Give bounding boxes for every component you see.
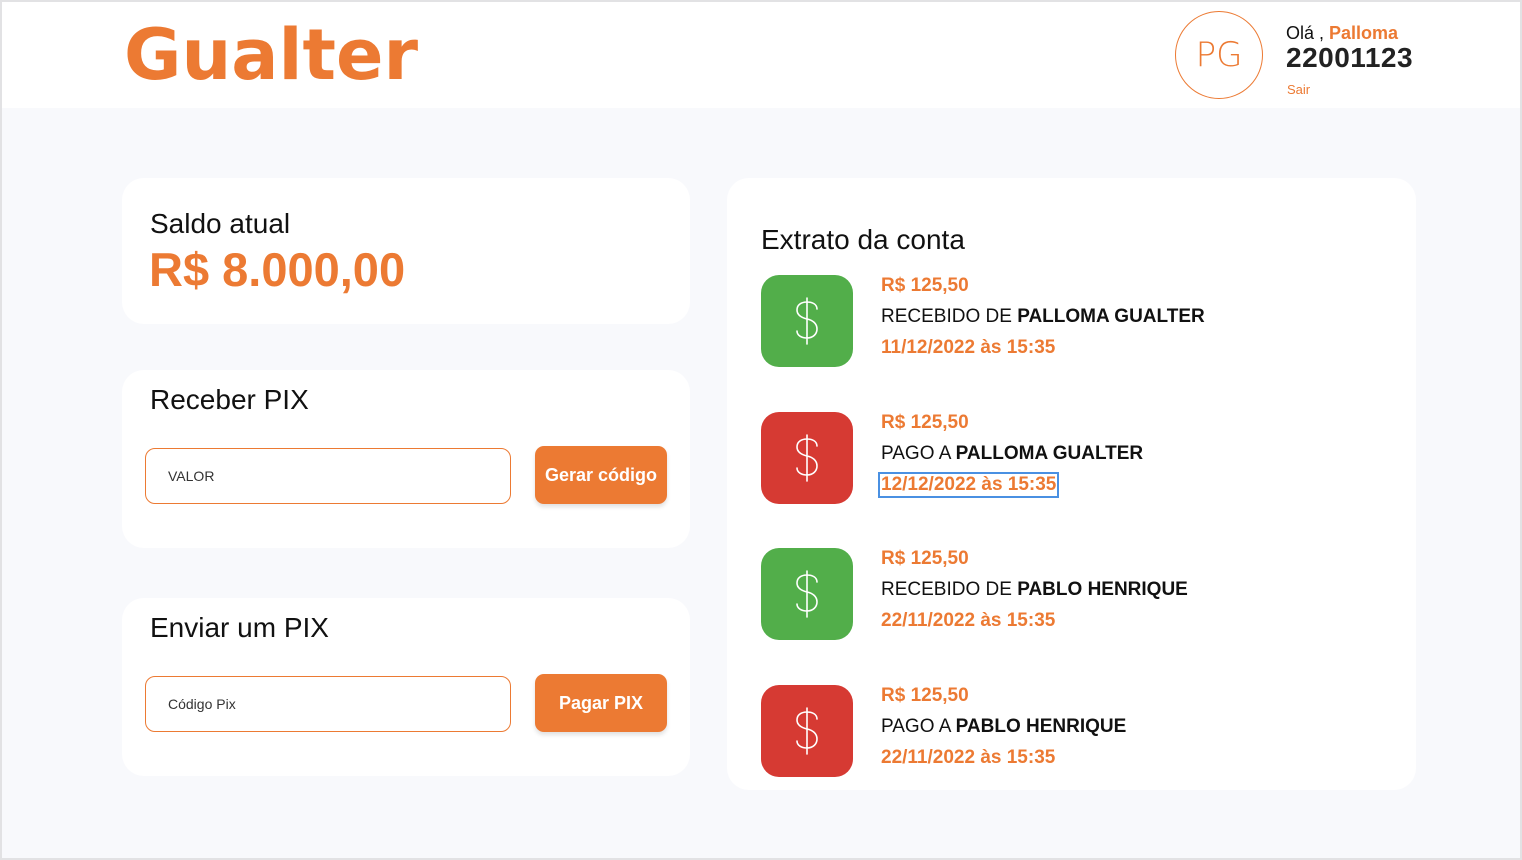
transaction-action: RECEBIDO DE — [881, 306, 1012, 327]
logout-link[interactable]: Sair — [1287, 82, 1310, 97]
transaction-description: RECEBIDO DE PABLO HENRIQUE — [881, 579, 1188, 601]
greeting-prefix: Olá , — [1286, 23, 1325, 43]
send-pix-title: Enviar um PIX — [150, 612, 329, 643]
transaction-action: PAGO A — [881, 443, 951, 464]
generate-code-button[interactable]: Gerar código — [535, 446, 667, 504]
transaction-amount: R$ 125,50 — [881, 412, 969, 433]
transaction-date: 22/11/2022 às 15:35 — [881, 747, 1056, 768]
transaction-party: PALLOMA GUALTER — [1017, 306, 1205, 327]
dollar-icon — [761, 412, 853, 504]
balance-label: Saldo atual — [150, 208, 291, 239]
pix-amount-input[interactable] — [145, 448, 511, 504]
balance-card: Saldo atual R$ 8.000,00 — [122, 178, 690, 324]
transaction-date: 12/12/2022 às 15:35 — [877, 472, 1060, 498]
transaction-date: 11/12/2022 às 15:35 — [881, 337, 1056, 358]
transaction-party: PABLO HENRIQUE — [955, 716, 1127, 737]
transaction-item[interactable]: R$ 125,50 RECEBIDO DE PABLO HENRIQUE 22/… — [761, 548, 1361, 640]
send-pix-card: Enviar um PIX Pagar PIX — [122, 598, 690, 776]
brand-logo[interactable]: Gualter — [124, 14, 418, 96]
transaction-item[interactable]: R$ 125,50 RECEBIDO DE PALLOMA GUALTER 11… — [761, 275, 1361, 367]
transaction-party: PALLOMA GUALTER — [955, 443, 1144, 464]
transaction-item[interactable]: R$ 125,50 PAGO A PABLO HENRIQUE 22/11/20… — [761, 685, 1361, 777]
top-header: Gualter PG Olá , Palloma 22001123 Sair — [2, 2, 1520, 108]
pix-code-input[interactable] — [145, 676, 511, 732]
transaction-description: PAGO A PABLO HENRIQUE — [881, 716, 1126, 738]
transaction-action: PAGO A — [881, 716, 951, 737]
transaction-party: PABLO HENRIQUE — [1017, 579, 1188, 600]
statement-card: Extrato da conta R$ 125,50 RECEBIDO DE P… — [727, 178, 1416, 790]
receive-pix-title: Receber PIX — [150, 384, 309, 415]
transaction-action: RECEBIDO DE — [881, 579, 1012, 600]
dollar-icon — [761, 548, 853, 640]
transaction-amount: R$ 125,50 — [881, 275, 969, 296]
transaction-description: RECEBIDO DE PALLOMA GUALTER — [881, 306, 1205, 328]
dollar-icon — [761, 275, 853, 367]
user-greeting: Olá , Palloma — [1286, 23, 1398, 44]
pay-pix-button[interactable]: Pagar PIX — [535, 674, 667, 732]
balance-value: R$ 8.000,00 — [149, 243, 406, 296]
dollar-icon — [761, 685, 853, 777]
transaction-item[interactable]: R$ 125,50 PAGO A PALLOMA GUALTER 12/12/2… — [761, 412, 1361, 504]
transaction-date: 22/11/2022 às 15:35 — [881, 610, 1056, 631]
account-number: 22001123 — [1286, 42, 1414, 73]
user-avatar[interactable]: PG — [1175, 11, 1263, 99]
statement-title: Extrato da conta — [761, 224, 965, 255]
transaction-description: PAGO A PALLOMA GUALTER — [881, 443, 1143, 465]
user-name: Palloma — [1329, 23, 1399, 43]
transaction-amount: R$ 125,50 — [881, 685, 969, 706]
receive-pix-card: Receber PIX Gerar código — [122, 370, 690, 548]
transaction-amount: R$ 125,50 — [881, 548, 969, 569]
